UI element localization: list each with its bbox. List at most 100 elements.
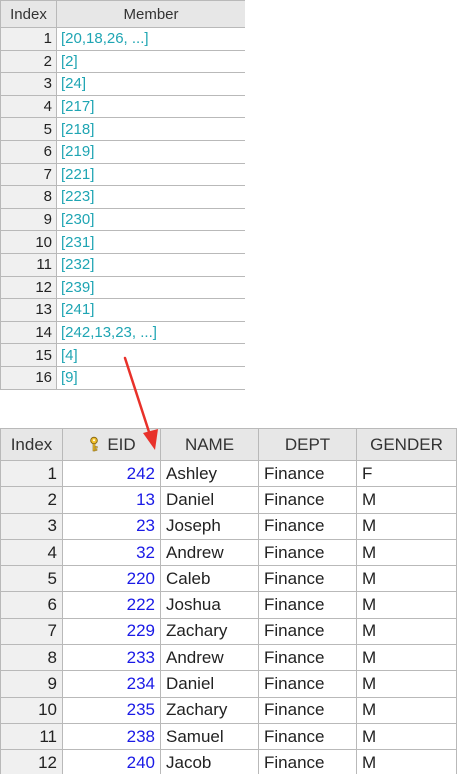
eid-cell[interactable]: 229 <box>62 617 161 646</box>
eid-cell[interactable]: 238 <box>62 722 161 751</box>
eid-cell[interactable]: 234 <box>62 670 161 698</box>
member-group-link[interactable]: [239] <box>56 275 245 300</box>
table-row[interactable]: 10 [231] <box>0 230 245 254</box>
name-cell[interactable]: Zachary <box>160 617 259 646</box>
table-row[interactable]: 9 234 Daniel Finance M <box>0 670 457 698</box>
gender-cell[interactable]: M <box>356 486 457 514</box>
member-group-link[interactable]: [2] <box>56 49 245 74</box>
table-row[interactable]: 11 [232] <box>0 252 245 277</box>
eid-cell[interactable]: 240 <box>62 749 161 774</box>
column-header-index[interactable]: Index <box>0 0 57 28</box>
table-row[interactable]: 12 240 Jacob Finance M <box>0 749 457 774</box>
eid-cell[interactable]: 242 <box>62 459 161 488</box>
table-row[interactable]: 1 242 Ashley Finance F <box>0 459 457 488</box>
column-header-eid[interactable]: EID <box>62 428 161 461</box>
gender-cell[interactable]: M <box>356 565 457 593</box>
table-row[interactable]: 2 13 Daniel Finance M <box>0 486 457 514</box>
table-row[interactable]: 5 [218] <box>0 117 245 141</box>
table-row[interactable]: 8 [223] <box>0 185 245 209</box>
dept-cell[interactable]: Finance <box>258 512 357 540</box>
gender-cell[interactable]: M <box>356 644 457 672</box>
eid-cell[interactable]: 23 <box>62 512 161 540</box>
eid-cell[interactable]: 233 <box>62 644 161 672</box>
table-row[interactable]: 7 [221] <box>0 162 245 187</box>
dept-cell[interactable]: Finance <box>258 538 357 567</box>
dept-cell[interactable]: Finance <box>258 617 357 646</box>
table-row[interactable]: 12 [239] <box>0 275 245 300</box>
gender-cell[interactable]: F <box>356 459 457 488</box>
table-row[interactable]: 9 [230] <box>0 207 245 232</box>
gender-cell[interactable]: M <box>356 696 457 724</box>
member-group-link[interactable]: [217] <box>56 94 245 119</box>
table-row[interactable]: 11 238 Samuel Finance M <box>0 722 457 751</box>
name-cell[interactable]: Daniel <box>160 486 259 514</box>
table-row[interactable]: 13 [241] <box>0 298 245 322</box>
member-group-link[interactable]: [231] <box>56 230 245 254</box>
column-header-gender[interactable]: GENDER <box>356 428 457 461</box>
table-row[interactable]: 6 222 Joshua Finance M <box>0 591 457 619</box>
table-row[interactable]: 4 32 Andrew Finance M <box>0 538 457 567</box>
name-cell[interactable]: Andrew <box>160 644 259 672</box>
dept-cell[interactable]: Finance <box>258 591 357 619</box>
column-header-member[interactable]: Member <box>56 0 245 28</box>
name-cell[interactable]: Caleb <box>160 565 259 593</box>
member-group-link[interactable]: [242,13,23, ...] <box>56 320 245 345</box>
name-cell[interactable]: Joseph <box>160 512 259 540</box>
dept-cell[interactable]: Finance <box>258 644 357 672</box>
dept-cell[interactable]: Finance <box>258 565 357 593</box>
table-row[interactable]: 8 233 Andrew Finance M <box>0 644 457 672</box>
member-group-link[interactable]: [241] <box>56 298 245 322</box>
gender-cell[interactable]: M <box>356 722 457 751</box>
dept-cell[interactable]: Finance <box>258 670 357 698</box>
table-row[interactable]: 6 [219] <box>0 139 245 164</box>
member-group-link[interactable]: [24] <box>56 72 245 96</box>
member-group-link[interactable]: [219] <box>56 139 245 164</box>
eid-cell[interactable]: 32 <box>62 538 161 567</box>
table-row[interactable]: 14 [242,13,23, ...] <box>0 320 245 345</box>
gender-cell[interactable]: M <box>356 670 457 698</box>
dept-cell[interactable]: Finance <box>258 486 357 514</box>
table-row[interactable]: 4 [217] <box>0 94 245 119</box>
name-cell[interactable]: Jacob <box>160 749 259 774</box>
member-group-link[interactable]: [218] <box>56 117 245 141</box>
member-group-link[interactable]: [230] <box>56 207 245 232</box>
table-row[interactable]: 3 [24] <box>0 72 245 96</box>
name-cell[interactable]: Zachary <box>160 696 259 724</box>
dept-cell[interactable]: Finance <box>258 749 357 774</box>
column-header-index[interactable]: Index <box>0 428 63 461</box>
dept-cell[interactable]: Finance <box>258 459 357 488</box>
table-row[interactable]: 15 [4] <box>0 343 245 367</box>
name-cell[interactable]: Joshua <box>160 591 259 619</box>
member-group-link[interactable]: [4] <box>56 343 245 367</box>
column-header-dept[interactable]: DEPT <box>258 428 357 461</box>
table-row[interactable]: 7 229 Zachary Finance M <box>0 617 457 646</box>
dept-cell[interactable]: Finance <box>258 722 357 751</box>
column-header-name[interactable]: NAME <box>160 428 259 461</box>
table-row[interactable]: 2 [2] <box>0 49 245 74</box>
eid-cell[interactable]: 220 <box>62 565 161 593</box>
gender-cell[interactable]: M <box>356 512 457 540</box>
member-group-link[interactable]: [221] <box>56 162 245 187</box>
member-group-link[interactable]: [223] <box>56 185 245 209</box>
name-cell[interactable]: Andrew <box>160 538 259 567</box>
gender-cell[interactable]: M <box>356 591 457 619</box>
row-index-cell: 16 <box>0 365 57 390</box>
gender-cell[interactable]: M <box>356 749 457 774</box>
member-group-link[interactable]: [20,18,26, ...] <box>56 27 245 51</box>
table-row[interactable]: 5 220 Caleb Finance M <box>0 565 457 593</box>
name-cell[interactable]: Samuel <box>160 722 259 751</box>
name-cell[interactable]: Ashley <box>160 459 259 488</box>
table-row[interactable]: 16 [9] <box>0 365 245 390</box>
dept-cell[interactable]: Finance <box>258 696 357 724</box>
table-row[interactable]: 3 23 Joseph Finance M <box>0 512 457 540</box>
member-group-link[interactable]: [232] <box>56 252 245 277</box>
eid-cell[interactable]: 222 <box>62 591 161 619</box>
table-row[interactable]: 1 [20,18,26, ...] <box>0 27 245 51</box>
gender-cell[interactable]: M <box>356 617 457 646</box>
eid-cell[interactable]: 235 <box>62 696 161 724</box>
member-group-link[interactable]: [9] <box>56 365 245 390</box>
eid-cell[interactable]: 13 <box>62 486 161 514</box>
table-row[interactable]: 10 235 Zachary Finance M <box>0 696 457 724</box>
gender-cell[interactable]: M <box>356 538 457 567</box>
name-cell[interactable]: Daniel <box>160 670 259 698</box>
